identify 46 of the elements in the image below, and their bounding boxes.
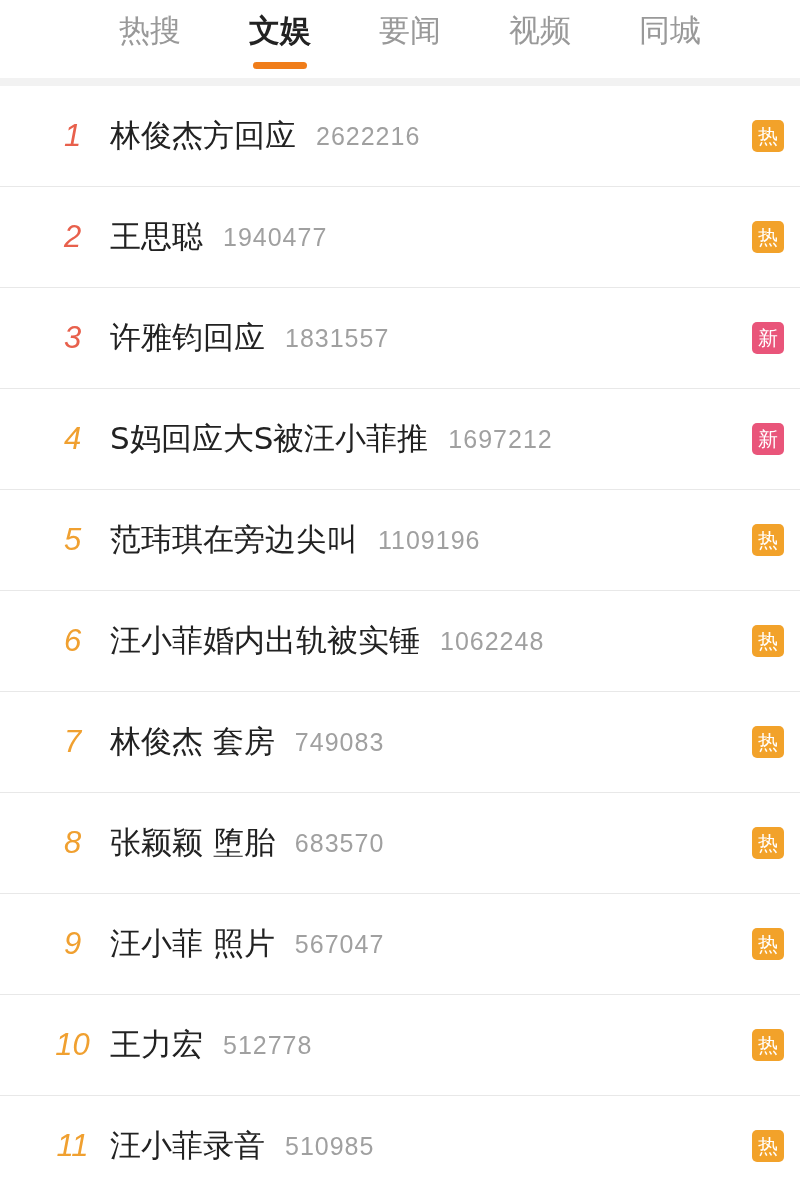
rank-number: 9	[62, 926, 83, 962]
heat-count: 567047	[294, 929, 385, 959]
topic-badge: 热	[752, 524, 784, 556]
heat-count: 1697212	[448, 424, 553, 454]
rank-number: 6	[62, 623, 83, 659]
topic-title[interactable]: 林俊杰方回应	[110, 115, 296, 157]
topic-title[interactable]: 汪小菲婚内出轨被实锤	[110, 620, 420, 662]
topic-badge: 热	[752, 625, 784, 657]
rank-number: 8	[62, 825, 83, 861]
rank-number: 1	[62, 118, 83, 154]
rank-number: 4	[62, 421, 83, 457]
heat-count: 1831557	[285, 323, 390, 353]
rank-number: 3	[62, 320, 83, 356]
topic-badge: 热	[752, 726, 784, 758]
heat-count: 683570	[294, 828, 385, 858]
topic-title[interactable]: 汪小菲 照片	[110, 923, 275, 965]
topic-title[interactable]: 王力宏	[110, 1024, 203, 1066]
tab[interactable]: 文娱	[215, 0, 345, 86]
heat-count: 749083	[294, 727, 385, 757]
heat-count: 1940477	[223, 222, 328, 252]
topic-badge: 新	[752, 423, 784, 455]
topic-title[interactable]: 林俊杰 套房	[110, 721, 275, 763]
heat-count: 1109196	[378, 525, 481, 555]
rank-number: 11	[55, 1128, 90, 1164]
rank-number: 7	[62, 724, 83, 760]
topic-badge: 热	[752, 928, 784, 960]
topic-title[interactable]: 张颖颖 堕胎	[110, 822, 275, 864]
topic-badge: 热	[752, 1029, 784, 1061]
topic-title[interactable]: S妈回应大S被汪小菲推	[110, 418, 429, 460]
tab-underline	[253, 61, 307, 69]
heat-count: 512778	[223, 1030, 313, 1060]
heat-count: 2622216	[316, 121, 421, 151]
rank-number: 10	[54, 1027, 91, 1063]
rank-number: 5	[62, 522, 83, 558]
topic-badge: 新	[752, 322, 784, 354]
topic-badge: 热	[752, 1130, 784, 1162]
topic-title[interactable]: 王思聪	[110, 216, 203, 258]
topic-badge: 热	[752, 827, 784, 859]
topic-title[interactable]: 范玮琪在旁边尖叫	[110, 519, 358, 561]
topic-title[interactable]: 汪小菲录音	[110, 1125, 265, 1167]
topic-badge: 热	[752, 120, 784, 152]
topic-title[interactable]: 许雅钧回应	[110, 317, 265, 359]
heat-count: 1062248	[440, 626, 545, 656]
heat-count: 510985	[285, 1131, 375, 1161]
rank-number: 2	[62, 219, 83, 255]
topic-badge: 热	[752, 221, 784, 253]
